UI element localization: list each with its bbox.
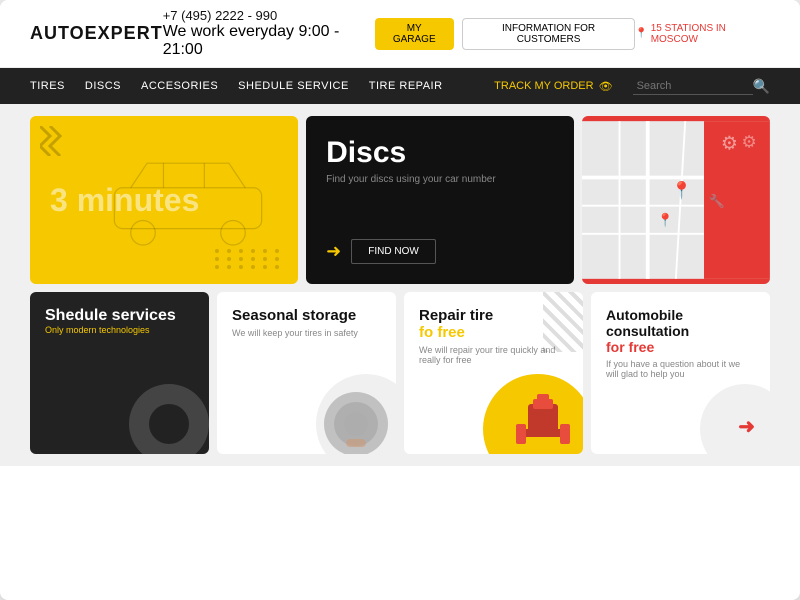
card-schedule: Shedule services Only modern technologie…	[30, 292, 209, 454]
nav-discs[interactable]: DISCS	[85, 80, 121, 92]
banner-car: 3 minutes	[30, 116, 298, 284]
logo: AUTOEXPERT	[30, 23, 163, 44]
car-banner-title: 3 minutes	[50, 182, 278, 219]
info-button[interactable]: INFORMATION FOR CUSTOMERS	[462, 18, 635, 50]
phone-number: +7 (495) 2222 - 990	[163, 8, 375, 23]
card-consult: Automobile consultation for free If you …	[591, 292, 770, 454]
nav-accessories[interactable]: ACCESORIES	[141, 80, 218, 92]
seasonal-subtitle: We will keep your tires in safety	[232, 328, 381, 338]
consult-subtitle: If you have a question about it we will …	[606, 359, 755, 379]
dots-pattern	[215, 249, 283, 269]
work-hours: We work everyday 9:00 - 21:00	[163, 23, 375, 59]
svg-text:⚙: ⚙	[721, 132, 738, 153]
stations-text: 15 STATIONS IN MOSCOW	[651, 23, 770, 45]
discs-title: Discs	[326, 136, 554, 170]
consult-free-text: for free	[606, 339, 654, 355]
grey-circle	[700, 384, 770, 454]
location-info: 📍 15 STATIONS IN MOSCOW	[635, 23, 770, 45]
search-icon[interactable]: 🔍	[753, 78, 770, 95]
tire-decoration	[129, 384, 209, 454]
browser-window: AUTOEXPERT +7 (495) 2222 - 990 We work e…	[0, 0, 800, 600]
schedule-subtitle: Only modern technologies	[45, 325, 194, 335]
seasonal-title: Seasonal storage	[232, 307, 381, 324]
track-label: TRACK MY ORDER	[494, 80, 593, 92]
cards-row: Shedule services Only modern technologie…	[30, 292, 770, 454]
consult-arrow-icon[interactable]: ➜	[738, 414, 755, 439]
svg-text:📍: 📍	[657, 212, 673, 227]
svg-text:⚙: ⚙	[742, 132, 757, 151]
repair-free-text: fo free	[419, 324, 465, 341]
svg-text:🔧: 🔧	[709, 193, 725, 209]
discs-btn-row: ➜ FIND NOW	[326, 239, 554, 264]
map-svg: ⚙ ⚙ 🔧 📍 📍	[582, 116, 770, 284]
discs-subtitle: Find your discs using your car number	[326, 174, 554, 185]
header: AUTOEXPERT +7 (495) 2222 - 990 We work e…	[0, 0, 800, 68]
find-now-button[interactable]: FIND NOW	[351, 239, 436, 264]
card-repair: Repair tire fo free We will repair your …	[404, 292, 583, 454]
nav-search: 🔍	[633, 78, 770, 95]
nav-tire-repair[interactable]: TIRE REPAIR	[369, 80, 443, 92]
track-order[interactable]: TRACK MY ORDER 👁	[494, 80, 612, 93]
nav-schedule[interactable]: SHEDULE SERVICE	[238, 80, 349, 92]
banner-map: ⚙ ⚙ 🔧 📍 📍	[582, 116, 770, 284]
navigation: TIRES DISCS ACCESORIES SHEDULE SERVICE T…	[0, 68, 800, 104]
svg-text:📍: 📍	[671, 180, 692, 200]
my-garage-button[interactable]: MY GARAGE	[375, 18, 454, 50]
card-seasonal: Seasonal storage We will keep your tires…	[217, 292, 396, 454]
nav-tires[interactable]: TIRES	[30, 80, 65, 92]
schedule-title: Shedule services	[45, 307, 194, 325]
tire-svg	[321, 389, 391, 454]
jack-svg	[513, 389, 573, 449]
header-contact: +7 (495) 2222 - 990 We work everyday 9:0…	[163, 8, 375, 59]
location-icon: 📍	[635, 28, 647, 39]
header-buttons: MY GARAGE INFORMATION FOR CUSTOMERS	[375, 18, 636, 50]
consult-title: Automobile consultation for free	[606, 307, 755, 355]
search-input[interactable]	[633, 78, 753, 95]
banners-row: 3 minutes Discs	[30, 116, 770, 284]
eye-icon: 👁	[599, 80, 613, 93]
banner-discs: Discs Find your discs using your car num…	[306, 116, 574, 284]
nav-items: TIRES DISCS ACCESORIES SHEDULE SERVICE T…	[30, 80, 443, 92]
stripe-pattern	[543, 292, 583, 352]
zigzag-pattern	[40, 126, 70, 161]
arrow-icon: ➜	[326, 241, 341, 262]
main-content: 3 minutes Discs	[0, 104, 800, 466]
